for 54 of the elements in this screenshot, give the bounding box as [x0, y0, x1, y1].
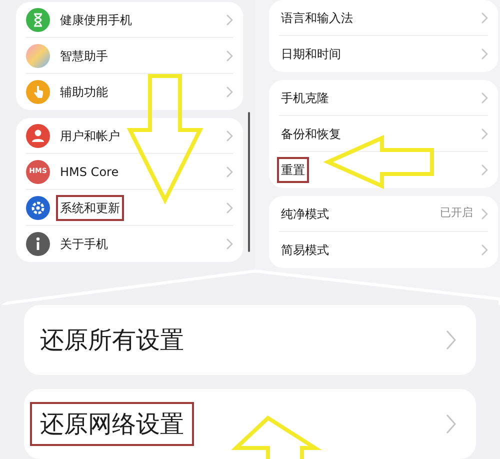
chevron-icon — [481, 164, 488, 176]
settings-row[interactable]: 还原网络设置 — [24, 389, 476, 459]
setting-label: 语言和输入法 — [280, 10, 354, 26]
setting-label: 系统和更新 — [58, 196, 122, 218]
chevron-icon — [481, 12, 488, 24]
chevron-icon — [481, 208, 488, 220]
setting-label: 健康使用手机 — [59, 12, 133, 28]
info-icon — [26, 232, 50, 256]
setting-label: 智慧助手 — [59, 48, 109, 64]
settings-row[interactable]: 备份和恢复 — [279, 116, 488, 152]
settings-row[interactable]: 健康使用手机 — [26, 2, 233, 38]
assistant-icon — [26, 44, 50, 68]
settings-row[interactable]: 日期和时间 — [279, 36, 488, 72]
chevron-icon — [226, 238, 233, 250]
chevron-icon — [226, 130, 233, 142]
chevron-icon — [481, 244, 488, 256]
settings-row[interactable]: 智慧助手 — [26, 38, 233, 74]
settings-row[interactable]: 简易模式 — [279, 232, 488, 268]
settings-row[interactable]: 纯净模式 已开启 — [279, 196, 488, 232]
setting-label: HMS Core — [59, 164, 120, 180]
gear-icon — [26, 196, 50, 220]
chevron-icon — [481, 48, 488, 60]
chevron-icon — [226, 202, 233, 214]
setting-value: 已开启 — [440, 205, 473, 222]
settings-row[interactable]: 系统和更新 — [26, 190, 233, 226]
hourglass-icon — [26, 8, 50, 32]
person-icon — [26, 124, 50, 148]
setting-label: 辅助功能 — [59, 84, 109, 101]
settings-row[interactable]: 还原所有设置 — [24, 305, 476, 375]
setting-label: 还原网络设置 — [32, 404, 192, 444]
hand-icon — [26, 80, 50, 104]
chevron-icon — [226, 86, 233, 98]
setting-label: 重置 — [279, 159, 307, 181]
setting-label: 纯净模式 — [280, 206, 330, 222]
setting-label: 日期和时间 — [280, 46, 342, 63]
setting-label: 用户和帐户 — [59, 128, 121, 144]
setting-label: 关于手机 — [59, 236, 109, 253]
settings-row[interactable]: 用户和帐户 — [26, 118, 233, 154]
chevron-icon — [226, 166, 233, 178]
chevron-icon — [226, 50, 233, 62]
setting-label: 还原所有设置 — [39, 325, 185, 356]
chevron-icon — [446, 414, 456, 434]
chevron-icon — [446, 330, 456, 350]
settings-row[interactable]: 辅助功能 — [26, 74, 233, 110]
settings-row[interactable]: 重置 — [279, 152, 488, 188]
setting-label: 简易模式 — [280, 242, 330, 259]
chevron-icon — [481, 92, 488, 104]
setting-label: 手机克隆 — [280, 90, 330, 106]
settings-row[interactable]: 语言和输入法 — [279, 0, 488, 36]
chevron-icon — [226, 14, 233, 26]
settings-row[interactable]: 手机克隆 — [279, 80, 488, 116]
settings-row[interactable]: 关于手机 — [26, 226, 233, 262]
setting-label: 备份和恢复 — [280, 126, 342, 142]
chevron-icon — [481, 128, 488, 140]
